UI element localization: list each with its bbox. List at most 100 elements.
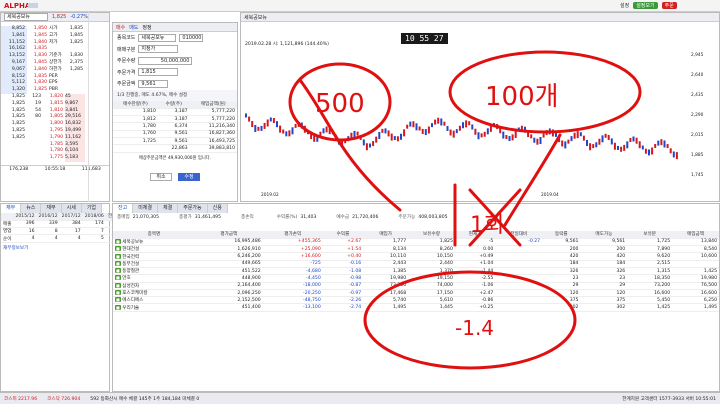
holdings-cell: 5,450	[627, 296, 673, 305]
candle	[375, 136, 378, 143]
schedule-header: 수량(주)	[157, 101, 190, 109]
holdings-row[interactable]: ■ 세북공보뉴 16,995,486 +455,365 +2.67 1,777 1,825…	[113, 238, 719, 247]
chart-clock: 10 55 27	[401, 33, 448, 44]
schedule-row: 1,780 6,374 11,216,340	[113, 122, 237, 131]
candle	[536, 138, 539, 145]
bid-cell: 1,800	[49, 121, 63, 127]
holdings-row[interactable]: ■ 삼성전자 2,164,400 -18,000 -0.87 73,200 74,000-…	[113, 282, 719, 290]
candle	[648, 149, 650, 156]
stock-code-field[interactable]: 010000	[179, 33, 204, 42]
schedule-row: 22,863 39,883,810	[113, 144, 237, 153]
holdings-cell	[495, 296, 543, 305]
financial-tab[interactable]: 재무	[41, 204, 62, 213]
financial-row: 영업1681775	[1, 227, 127, 236]
candle	[508, 136, 511, 142]
holdings-cell	[495, 274, 543, 283]
order-button[interactable]: 주문	[661, 2, 677, 9]
holdings-cell: +16,600	[262, 252, 323, 261]
ask-cell	[69, 74, 85, 81]
bid-cell: 19	[35, 100, 41, 106]
balance-tab[interactable]: 체결	[158, 204, 179, 213]
price-tick: 2,945	[691, 53, 704, 58]
holdings-header: 평가손익	[262, 231, 323, 239]
candle	[573, 132, 576, 139]
candle	[341, 140, 344, 148]
financial-tab[interactable]: 기업	[81, 204, 103, 213]
holdings-row[interactable]: ■ 현대건설 1,626,910 +25,090 +1.54 8,134 8,260 0.0…	[113, 245, 719, 254]
order-form-title: 매수 매도 정정	[113, 23, 237, 32]
balance-tab[interactable]: 미체결	[133, 204, 159, 213]
sell-tab[interactable]: 매도	[129, 24, 138, 31]
order-type-select[interactable]: 지정가	[138, 45, 179, 54]
candle	[576, 131, 579, 139]
ask-cell	[69, 80, 85, 87]
holding-name: 세북공보뉴	[122, 239, 144, 245]
bid-cell	[27, 148, 43, 155]
ask-cell: PBR	[49, 87, 59, 93]
order-form-panel: 매수 매도 정정 종목코드 세북공보뉴 010000 매매구분 지정가 주문수량 50,…	[112, 22, 238, 202]
holding-name: 동양철관	[122, 269, 140, 275]
holdings-cell: ■ 만호	[113, 274, 195, 283]
schedule-row: 1,810 3,187 5,777,220	[113, 108, 237, 117]
balance-tab[interactable]: 신용	[207, 204, 228, 213]
financial-link[interactable]: 재무정보보기	[1, 243, 109, 253]
summary-value: 31,461,495	[194, 215, 221, 220]
summary-label: 총평가	[179, 215, 192, 220]
stock-name-field[interactable]: 세북공보뉴	[138, 33, 177, 42]
candle	[409, 121, 412, 127]
holdings-row[interactable]: ■ 만호 448,900 -4,450 -0.98 19,980 19,150 -2.55 2…	[113, 274, 719, 283]
holdings-row[interactable]: ■ 동양철관 451,522 -4,680 -1.08 1,385 1,370 -1.44 3…	[113, 267, 719, 276]
holdings-row[interactable]: ■ 에스디에스 2,152,500 -48,750 -2.26 5,740 5,610 -0…	[113, 296, 719, 305]
stock-name-input[interactable]: 세북공보뉴	[4, 13, 48, 21]
settings-view-button[interactable]: 설정보기	[633, 2, 658, 9]
financial-tab[interactable]: 뉴스	[21, 204, 42, 213]
holdings-cell: 1,825	[408, 238, 455, 247]
bid-cell: 1,815	[49, 100, 63, 106]
candle	[279, 125, 282, 133]
candle	[406, 124, 409, 129]
candle	[505, 134, 508, 139]
holdings-row[interactable]: ■ 동부건설 449,665 -725 -0.16 2,443 2,440 +1.04 184…	[113, 260, 719, 269]
balance-tab[interactable]: 주문가능	[178, 204, 208, 213]
holdings-row[interactable]: ■ 한국전력 6,246,200 +16,600 +0.40 10,110 10,150 +…	[113, 252, 719, 261]
bid-cell	[1, 148, 27, 155]
candle	[657, 140, 660, 146]
financial-tab[interactable]: 시세	[61, 204, 82, 213]
cancel-button[interactable]: 취소	[150, 172, 172, 181]
holdings-cell: 1,385	[363, 267, 409, 276]
holdings-cell: 302	[542, 303, 581, 312]
holdings-cell: 375	[542, 296, 581, 305]
order-qty-field[interactable]: 50,000,000	[138, 56, 193, 65]
menu-item-settings[interactable]: 설정	[620, 2, 629, 9]
order-price-field[interactable]: 1,815	[138, 68, 179, 77]
bid-cell: 9,867	[65, 100, 85, 108]
candle	[325, 126, 328, 133]
modify-tab[interactable]: 정정	[142, 24, 151, 31]
financial-cell: 순이	[1, 234, 14, 243]
order-amount-field[interactable]: 9,561	[138, 79, 169, 88]
balance-summary: 총매입 21,070,305 총평가 31,461,495 총손익 수익률(%) 31,40…	[113, 213, 719, 231]
candle	[449, 129, 452, 136]
candle	[260, 125, 263, 131]
buy-tab[interactable]: 매수	[116, 24, 125, 31]
schedule-cell: 9,561	[157, 137, 190, 146]
candle	[443, 121, 446, 126]
candle	[493, 123, 495, 128]
summary-value: 31,403	[300, 215, 317, 220]
menu-icon[interactable]	[28, 3, 38, 8]
financial-tab[interactable]: 재무	[1, 204, 22, 213]
candlestick-chart[interactable]	[245, 53, 685, 193]
candle	[499, 127, 502, 134]
schedule-header: 매입금액(원)	[189, 101, 237, 109]
holdings-row[interactable]: ■ 우리기술 451,400 -13,100 -2.74 1,495 1,445 +0.25…	[113, 303, 719, 312]
schedule-cell: 22,863	[157, 144, 190, 153]
holdings-cell	[495, 267, 543, 276]
candle	[542, 133, 545, 138]
total-ask: 176,238	[9, 166, 29, 172]
ask-cell: 저가	[49, 39, 58, 45]
submit-button[interactable]: 수정	[178, 172, 200, 181]
holdings-row[interactable]: ■ 포스코케미칼 2,096,250 -20,250 -0.97 17,468 17,15…	[113, 289, 719, 298]
holdings-cell: 120	[542, 289, 581, 298]
balance-tab[interactable]: 잔고	[113, 204, 134, 213]
summary-value: 408,003,805	[418, 215, 448, 220]
